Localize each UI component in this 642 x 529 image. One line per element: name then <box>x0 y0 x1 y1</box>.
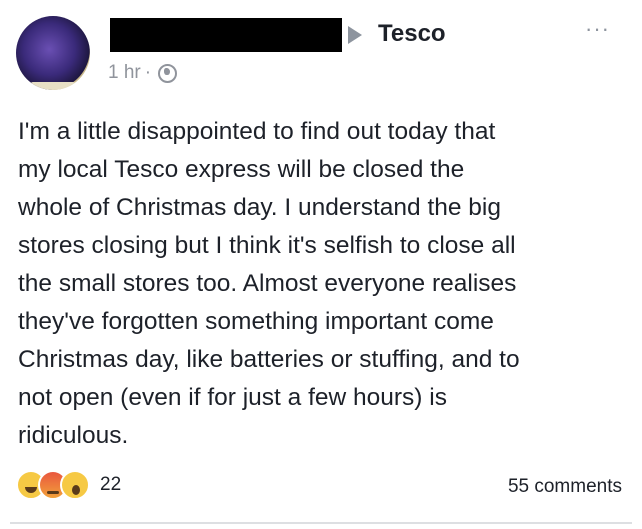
avatar-badge <box>30 82 76 90</box>
page-name-link[interactable]: Tesco <box>378 20 446 48</box>
globe-icon <box>158 63 178 83</box>
wow-icon <box>60 470 90 500</box>
timestamp-link[interactable]: 1 hr <box>108 62 141 84</box>
comments-count-link[interactable]: 55 comments <box>508 476 622 498</box>
meta-separator: · <box>144 62 152 83</box>
share-arrow-icon <box>348 26 362 44</box>
redacted-author-name <box>110 18 342 52</box>
reaction-count: 22 <box>100 474 122 495</box>
post-meta: 1 hr · <box>108 62 178 84</box>
post-body-text: I'm a little disappointed to find out to… <box>18 118 520 449</box>
divider <box>10 522 632 524</box>
reactions-summary[interactable]: 22 <box>16 470 121 500</box>
more-options-icon[interactable]: ··· <box>585 18 610 40</box>
facebook-post: Tesco ··· 1 hr · I'm a little disappoint… <box>0 0 642 529</box>
avatar[interactable] <box>16 16 90 90</box>
